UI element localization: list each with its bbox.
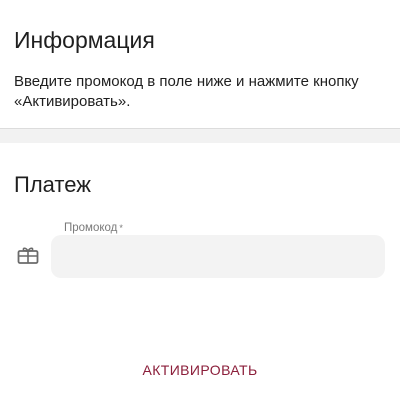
info-text: Введите промокод в поле ниже и нажмите к…	[14, 73, 359, 110]
payment-title: Платеж	[14, 172, 91, 197]
promo-field-label: Промокод *	[64, 221, 123, 235]
gift-card-icon	[17, 244, 39, 266]
promo-code-input[interactable]	[51, 235, 385, 278]
info-title: Информация	[14, 27, 155, 53]
info-card: Информация Введите промокод в поле ниже …	[0, 0, 400, 129]
promo-label-text: Промокод	[64, 222, 118, 234]
required-mark: *	[119, 223, 123, 233]
activate-button[interactable]: АКТИВИРОВАТЬ	[120, 353, 280, 387]
payment-card: Платеж Промокод * АКТИВИРОВАТЬ	[0, 143, 400, 412]
